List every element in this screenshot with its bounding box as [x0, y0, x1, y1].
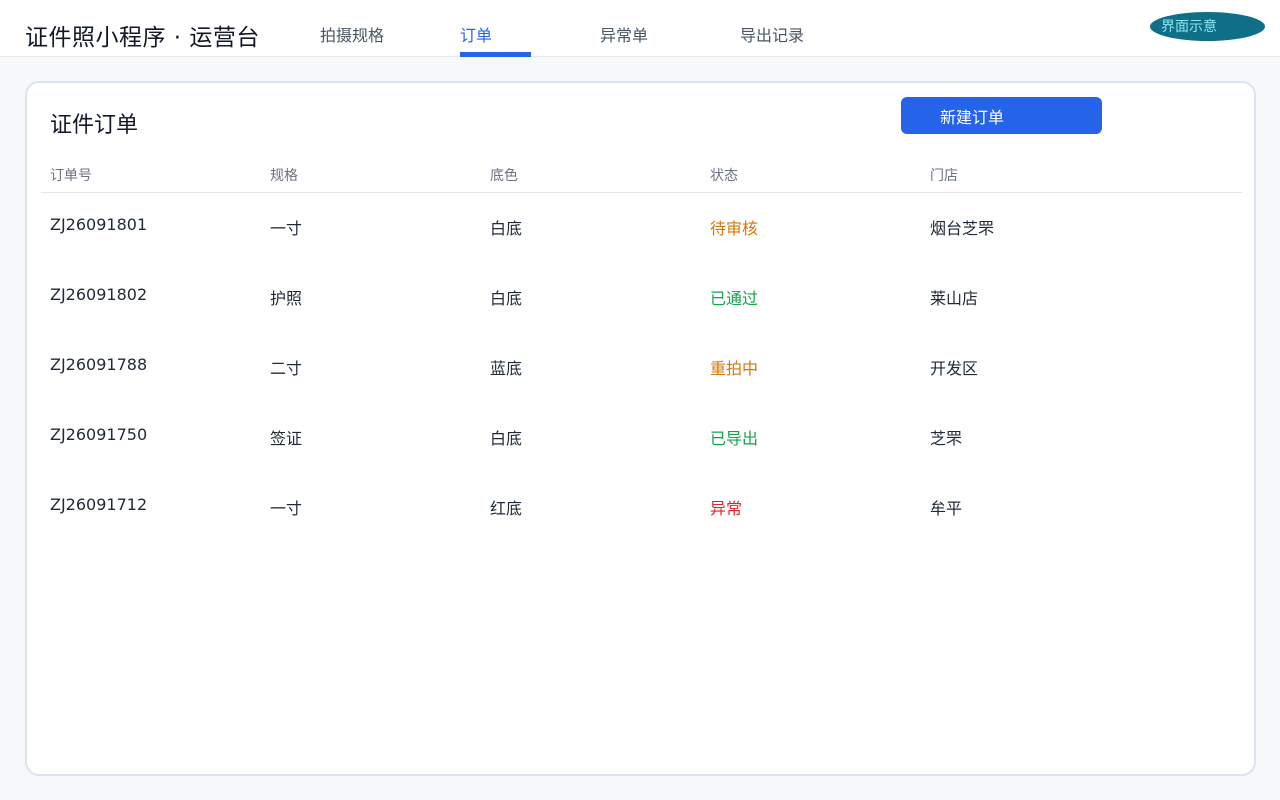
- column-header-status[interactable]: 状态: [710, 165, 738, 185]
- order-store: 牟平: [930, 499, 963, 518]
- order-spec: 签证: [270, 429, 303, 448]
- order-background: 蓝底: [490, 359, 523, 378]
- active-tab-indicator: [460, 52, 531, 57]
- column-header-order-id[interactable]: 订单号: [50, 165, 92, 185]
- order-background: 白底: [490, 219, 523, 238]
- order-store: 烟台芝罘: [930, 219, 995, 238]
- order-status: 待审核: [710, 219, 759, 238]
- new-order-button[interactable]: 新建订单: [901, 97, 1102, 134]
- table-row[interactable]: ZJ26091750 签证 白底 已导出 芝罘: [41, 404, 1242, 474]
- order-spec: 一寸: [270, 499, 303, 518]
- tab-exception-orders[interactable]: 异常单: [600, 22, 648, 57]
- order-id: ZJ26091750: [50, 425, 148, 444]
- page-title: 证件订单: [50, 113, 139, 138]
- order-status: 异常: [710, 499, 743, 518]
- table-row[interactable]: ZJ26091712 一寸 红底 异常 牟平: [41, 474, 1242, 544]
- order-id: ZJ26091788: [50, 355, 148, 374]
- order-status: 已通过: [710, 289, 759, 308]
- order-spec: 二寸: [270, 359, 303, 378]
- order-background: 红底: [490, 499, 523, 518]
- orders-card: 证件订单 新建订单 订单号 规格 底色 状态 门店 ZJ26091801 一寸 …: [25, 81, 1256, 776]
- table-header: 订单号 规格 底色 状态 门店: [41, 163, 1242, 193]
- order-spec: 护照: [270, 289, 303, 308]
- demo-badge: 界面示意: [1150, 12, 1265, 41]
- table-row[interactable]: ZJ26091802 护照 白底 已通过 莱山店: [41, 264, 1242, 334]
- order-store: 莱山店: [930, 289, 979, 308]
- order-id: ZJ26091802: [50, 285, 148, 304]
- column-header-store[interactable]: 门店: [930, 165, 958, 185]
- tab-shooting-specs[interactable]: 拍摄规格: [320, 22, 384, 57]
- table-row[interactable]: ZJ26091801 一寸 白底 待审核 烟台芝罘: [41, 194, 1242, 264]
- column-header-spec[interactable]: 规格: [270, 165, 298, 185]
- order-background: 白底: [490, 289, 523, 308]
- order-status: 重拍中: [710, 359, 759, 378]
- tab-export-records[interactable]: 导出记录: [740, 22, 804, 57]
- top-bar: 证件照小程序 · 运营台 拍摄规格 订单 异常单 导出记录 界面示意: [0, 0, 1280, 57]
- order-status: 已导出: [710, 429, 759, 448]
- order-id: ZJ26091712: [50, 495, 148, 514]
- order-store: 芝罘: [930, 429, 963, 448]
- order-store: 开发区: [930, 359, 979, 378]
- column-header-background[interactable]: 底色: [490, 165, 518, 185]
- order-spec: 一寸: [270, 219, 303, 238]
- order-background: 白底: [490, 429, 523, 448]
- order-id: ZJ26091801: [50, 215, 148, 234]
- app-title: 证件照小程序 · 运营台: [25, 25, 260, 51]
- table-row[interactable]: ZJ26091788 二寸 蓝底 重拍中 开发区: [41, 334, 1242, 404]
